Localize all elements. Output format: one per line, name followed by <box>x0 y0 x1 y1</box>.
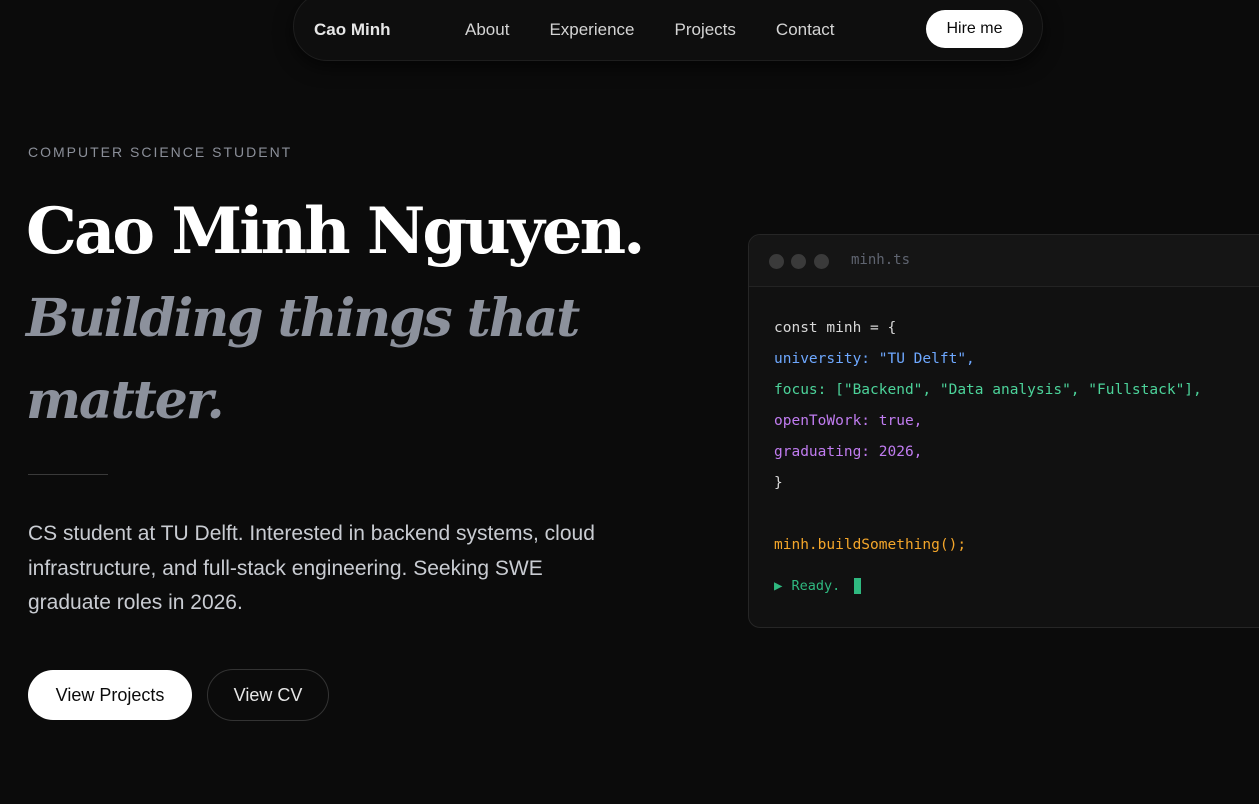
nav-brand[interactable]: Cao Minh <box>314 20 391 40</box>
play-icon: ▶ <box>774 578 783 594</box>
page: Cao Minh About Experience Projects Conta… <box>0 0 1259 804</box>
code-line: } <box>774 475 783 491</box>
hero-intro: CS student at TU Delft. Interested in ba… <box>28 522 595 614</box>
hero-subtitle: Building things that matter. <box>26 288 580 431</box>
divider <box>28 474 108 475</box>
code-line: university: "TU Delft", <box>774 351 975 367</box>
terminal-status: ▶ Ready. <box>774 578 862 594</box>
view-cv-button[interactable]: View CV <box>207 669 329 721</box>
window-dot-icon <box>814 254 829 269</box>
code-line: graduating: 2026, <box>774 444 923 460</box>
window-dot-icon <box>791 254 806 269</box>
window-dot-icon <box>769 254 784 269</box>
nav-link-about[interactable]: About <box>465 20 509 40</box>
code-window-titlebar: minh.ts <box>749 235 1259 287</box>
top-nav: Cao Minh About Experience Projects Conta… <box>293 0 1043 61</box>
hero-title: Cao Minh Nguyen. <box>26 194 645 269</box>
code-filename: minh.ts <box>851 252 911 268</box>
hire-me-button[interactable]: Hire me <box>926 10 1023 48</box>
view-projects-button[interactable]: View Projects <box>28 670 192 720</box>
code-line: minh.buildSomething(); <box>774 537 967 553</box>
hero-eyebrow: COMPUTER SCIENCE STUDENT <box>28 144 293 160</box>
status-text: Ready. <box>791 578 841 594</box>
code-line: openToWork: true, <box>774 413 923 429</box>
code-line: focus: ["Backend", "Data analysis", "Ful… <box>774 382 1202 398</box>
nav-link-projects[interactable]: Projects <box>675 20 736 40</box>
code-window: minh.ts const minh = { university: "TU D… <box>748 234 1259 628</box>
code-block: const minh = { university: "TU Delft", f… <box>774 317 1202 565</box>
nav-link-experience[interactable]: Experience <box>549 20 634 40</box>
nav-link-contact[interactable]: Contact <box>776 20 835 40</box>
nav-links: About Experience Projects Contact <box>465 20 835 40</box>
code-line: const minh = { <box>774 320 897 336</box>
cursor-icon <box>854 578 862 594</box>
